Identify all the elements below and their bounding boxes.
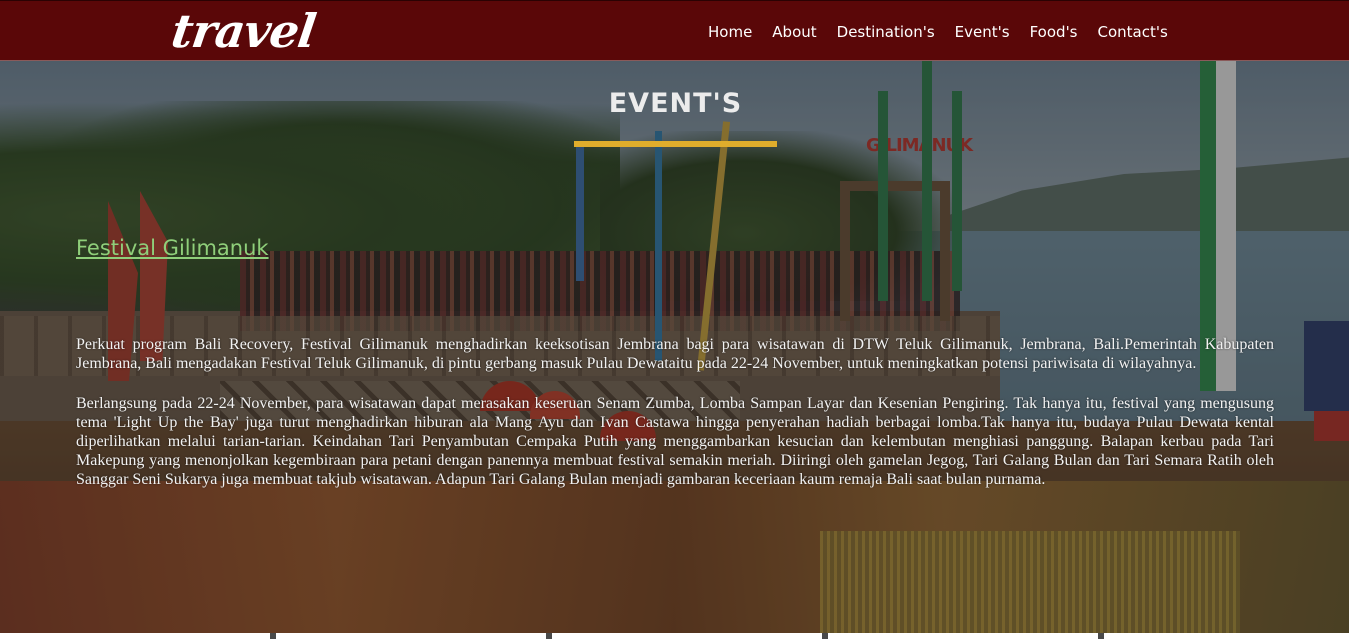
nav-link-about[interactable]: About (772, 23, 816, 41)
section-title: EVENT'S (608, 88, 743, 119)
article-title-link[interactable]: Festival Gilimanuk (76, 236, 269, 260)
nav-link-events[interactable]: Event's (955, 23, 1010, 41)
page: travel Home About Destination's Event's … (0, 0, 1349, 639)
nav-link-foods[interactable]: Food's (1030, 23, 1078, 41)
nav-link-contacts[interactable]: Contact's (1098, 23, 1168, 41)
nav-link-home[interactable]: Home (708, 23, 752, 41)
nav-link-destinations[interactable]: Destination's (837, 23, 935, 41)
article-body: Perkuat program Bali Recovery, Festival … (76, 335, 1274, 510)
navbar: travel Home About Destination's Event's … (0, 0, 1349, 61)
bottom-card-strip (0, 633, 1349, 639)
article-paragraph: Perkuat program Bali Recovery, Festival … (76, 336, 1274, 372)
section-title-underline (574, 141, 777, 147)
article-paragraph: Berlangsung pada 22-24 November, para wi… (76, 395, 1274, 488)
nav-links: Home About Destination's Event's Food's … (708, 1, 1168, 62)
site-logo[interactable]: travel (168, 3, 319, 59)
